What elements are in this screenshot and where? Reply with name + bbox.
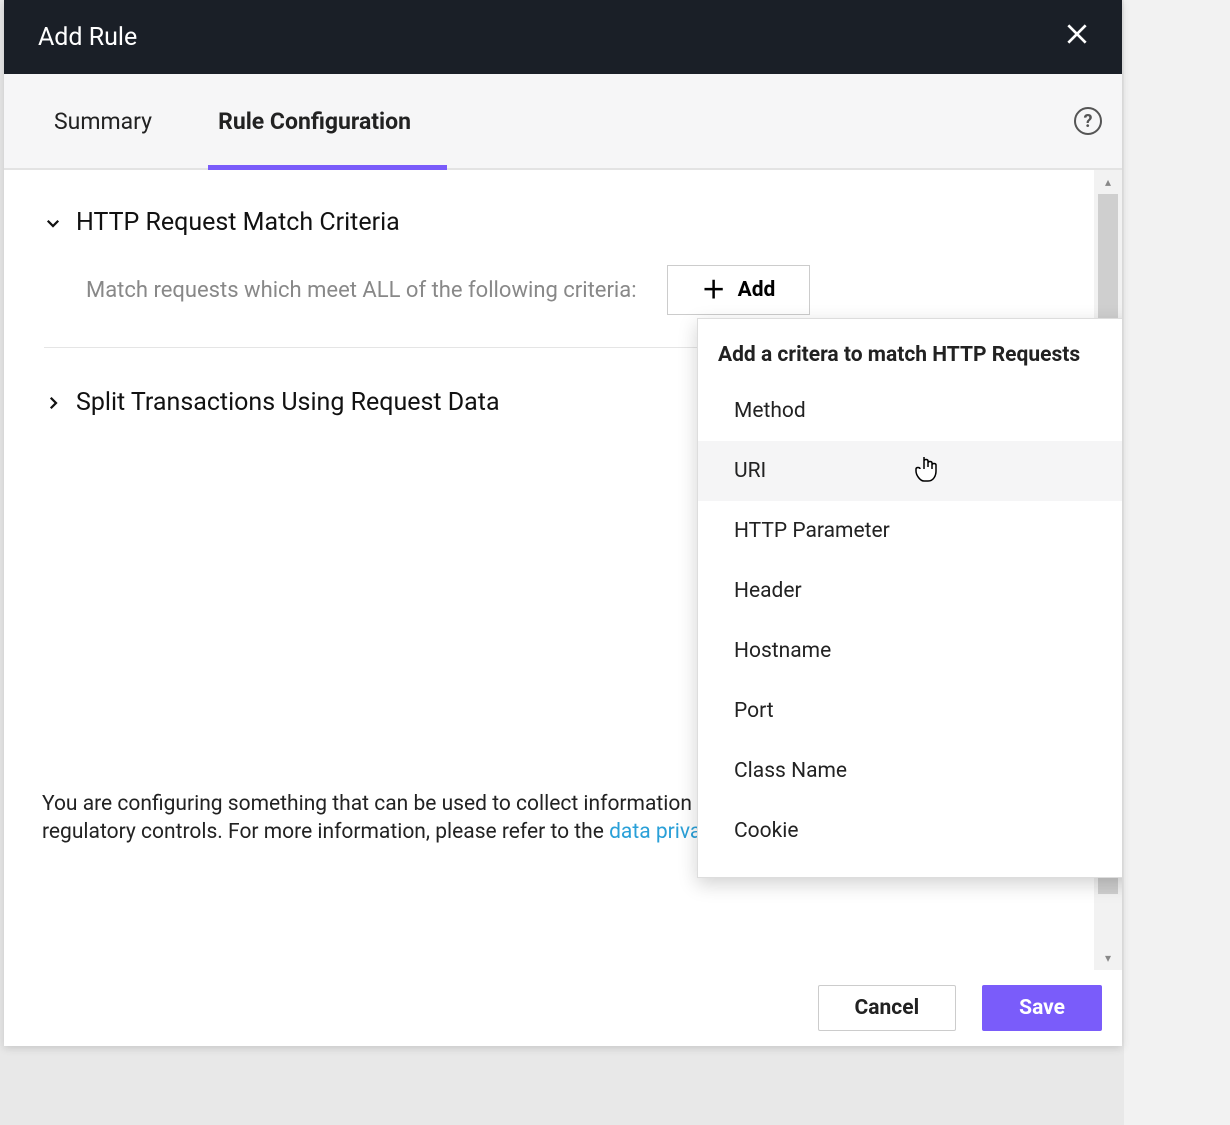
tabs: Summary Rule Configuration bbox=[54, 74, 477, 168]
add-criteria-dropdown: Add a critera to match HTTP Requests Met… bbox=[697, 318, 1122, 878]
dropdown-item-label: Cookie bbox=[734, 819, 799, 843]
add-rule-modal: Add Rule Summary Rule Configuration ? bbox=[4, 0, 1122, 1046]
add-criteria-button[interactable]: ＋ Add bbox=[667, 265, 811, 315]
add-button-label: Add bbox=[738, 278, 776, 302]
dropdown-item-header[interactable]: Header bbox=[698, 561, 1122, 621]
modal-title: Add Rule bbox=[38, 23, 137, 52]
close-icon bbox=[1064, 20, 1090, 55]
scroll-down-arrow-icon[interactable]: ▾ bbox=[1094, 946, 1122, 970]
dropdown-item-label: Method bbox=[734, 399, 806, 423]
modal-header: Add Rule bbox=[4, 0, 1122, 74]
close-button[interactable] bbox=[1060, 17, 1094, 57]
dropdown-item-label: Header bbox=[734, 579, 802, 603]
modal-footer: Cancel Save bbox=[4, 970, 1122, 1046]
criteria-row: Match requests which meet ALL of the fol… bbox=[44, 265, 1054, 315]
dropdown-title: Add a critera to match HTTP Requests bbox=[698, 343, 1122, 381]
section-match-criteria: HTTP Request Match Criteria Match reques… bbox=[4, 208, 1094, 315]
chevron-right-icon bbox=[44, 394, 62, 412]
chevron-down-icon bbox=[44, 214, 62, 232]
section-title: Split Transactions Using Request Data bbox=[76, 388, 500, 417]
criteria-subtitle: Match requests which meet ALL of the fol… bbox=[86, 278, 637, 303]
dropdown-item-cookie[interactable]: Cookie bbox=[698, 801, 1122, 861]
section-title: HTTP Request Match Criteria bbox=[76, 208, 400, 237]
dropdown-item-class-name[interactable]: Class Name bbox=[698, 741, 1122, 801]
save-button-label: Save bbox=[1019, 996, 1065, 1020]
background-stripe bbox=[1124, 0, 1230, 1125]
dropdown-item-port[interactable]: Port bbox=[698, 681, 1122, 741]
content-area: HTTP Request Match Criteria Match reques… bbox=[4, 170, 1122, 970]
dropdown-item-label: HTTP Parameter bbox=[734, 519, 890, 543]
dropdown-item-label: Port bbox=[734, 699, 774, 723]
tab-bar: Summary Rule Configuration ? bbox=[4, 74, 1122, 170]
tab-label: Summary bbox=[54, 108, 152, 135]
scroll-content: HTTP Request Match Criteria Match reques… bbox=[4, 170, 1094, 970]
question-icon: ? bbox=[1084, 111, 1093, 132]
dropdown-item-label: URI bbox=[734, 459, 766, 483]
dropdown-item-http-parameter[interactable]: HTTP Parameter bbox=[698, 501, 1122, 561]
plus-icon: ＋ bbox=[702, 278, 726, 302]
cancel-button[interactable]: Cancel bbox=[818, 985, 957, 1031]
tab-label: Rule Configuration bbox=[218, 108, 411, 135]
dropdown-item-label: Hostname bbox=[734, 639, 831, 663]
section-header-match-criteria[interactable]: HTTP Request Match Criteria bbox=[44, 208, 1054, 237]
pointer-cursor-icon bbox=[914, 455, 940, 493]
save-button[interactable]: Save bbox=[982, 985, 1102, 1031]
cancel-button-label: Cancel bbox=[855, 996, 920, 1020]
dropdown-item-hostname[interactable]: Hostname bbox=[698, 621, 1122, 681]
dropdown-item-label: Class Name bbox=[734, 759, 847, 783]
tab-rule-configuration[interactable]: Rule Configuration bbox=[218, 74, 443, 168]
scroll-up-arrow-icon[interactable]: ▴ bbox=[1094, 170, 1122, 194]
tab-summary[interactable]: Summary bbox=[54, 74, 184, 168]
dropdown-item-method[interactable]: Method bbox=[698, 381, 1122, 441]
help-button[interactable]: ? bbox=[1074, 107, 1102, 135]
dropdown-item-uri[interactable]: URI bbox=[698, 441, 1122, 501]
